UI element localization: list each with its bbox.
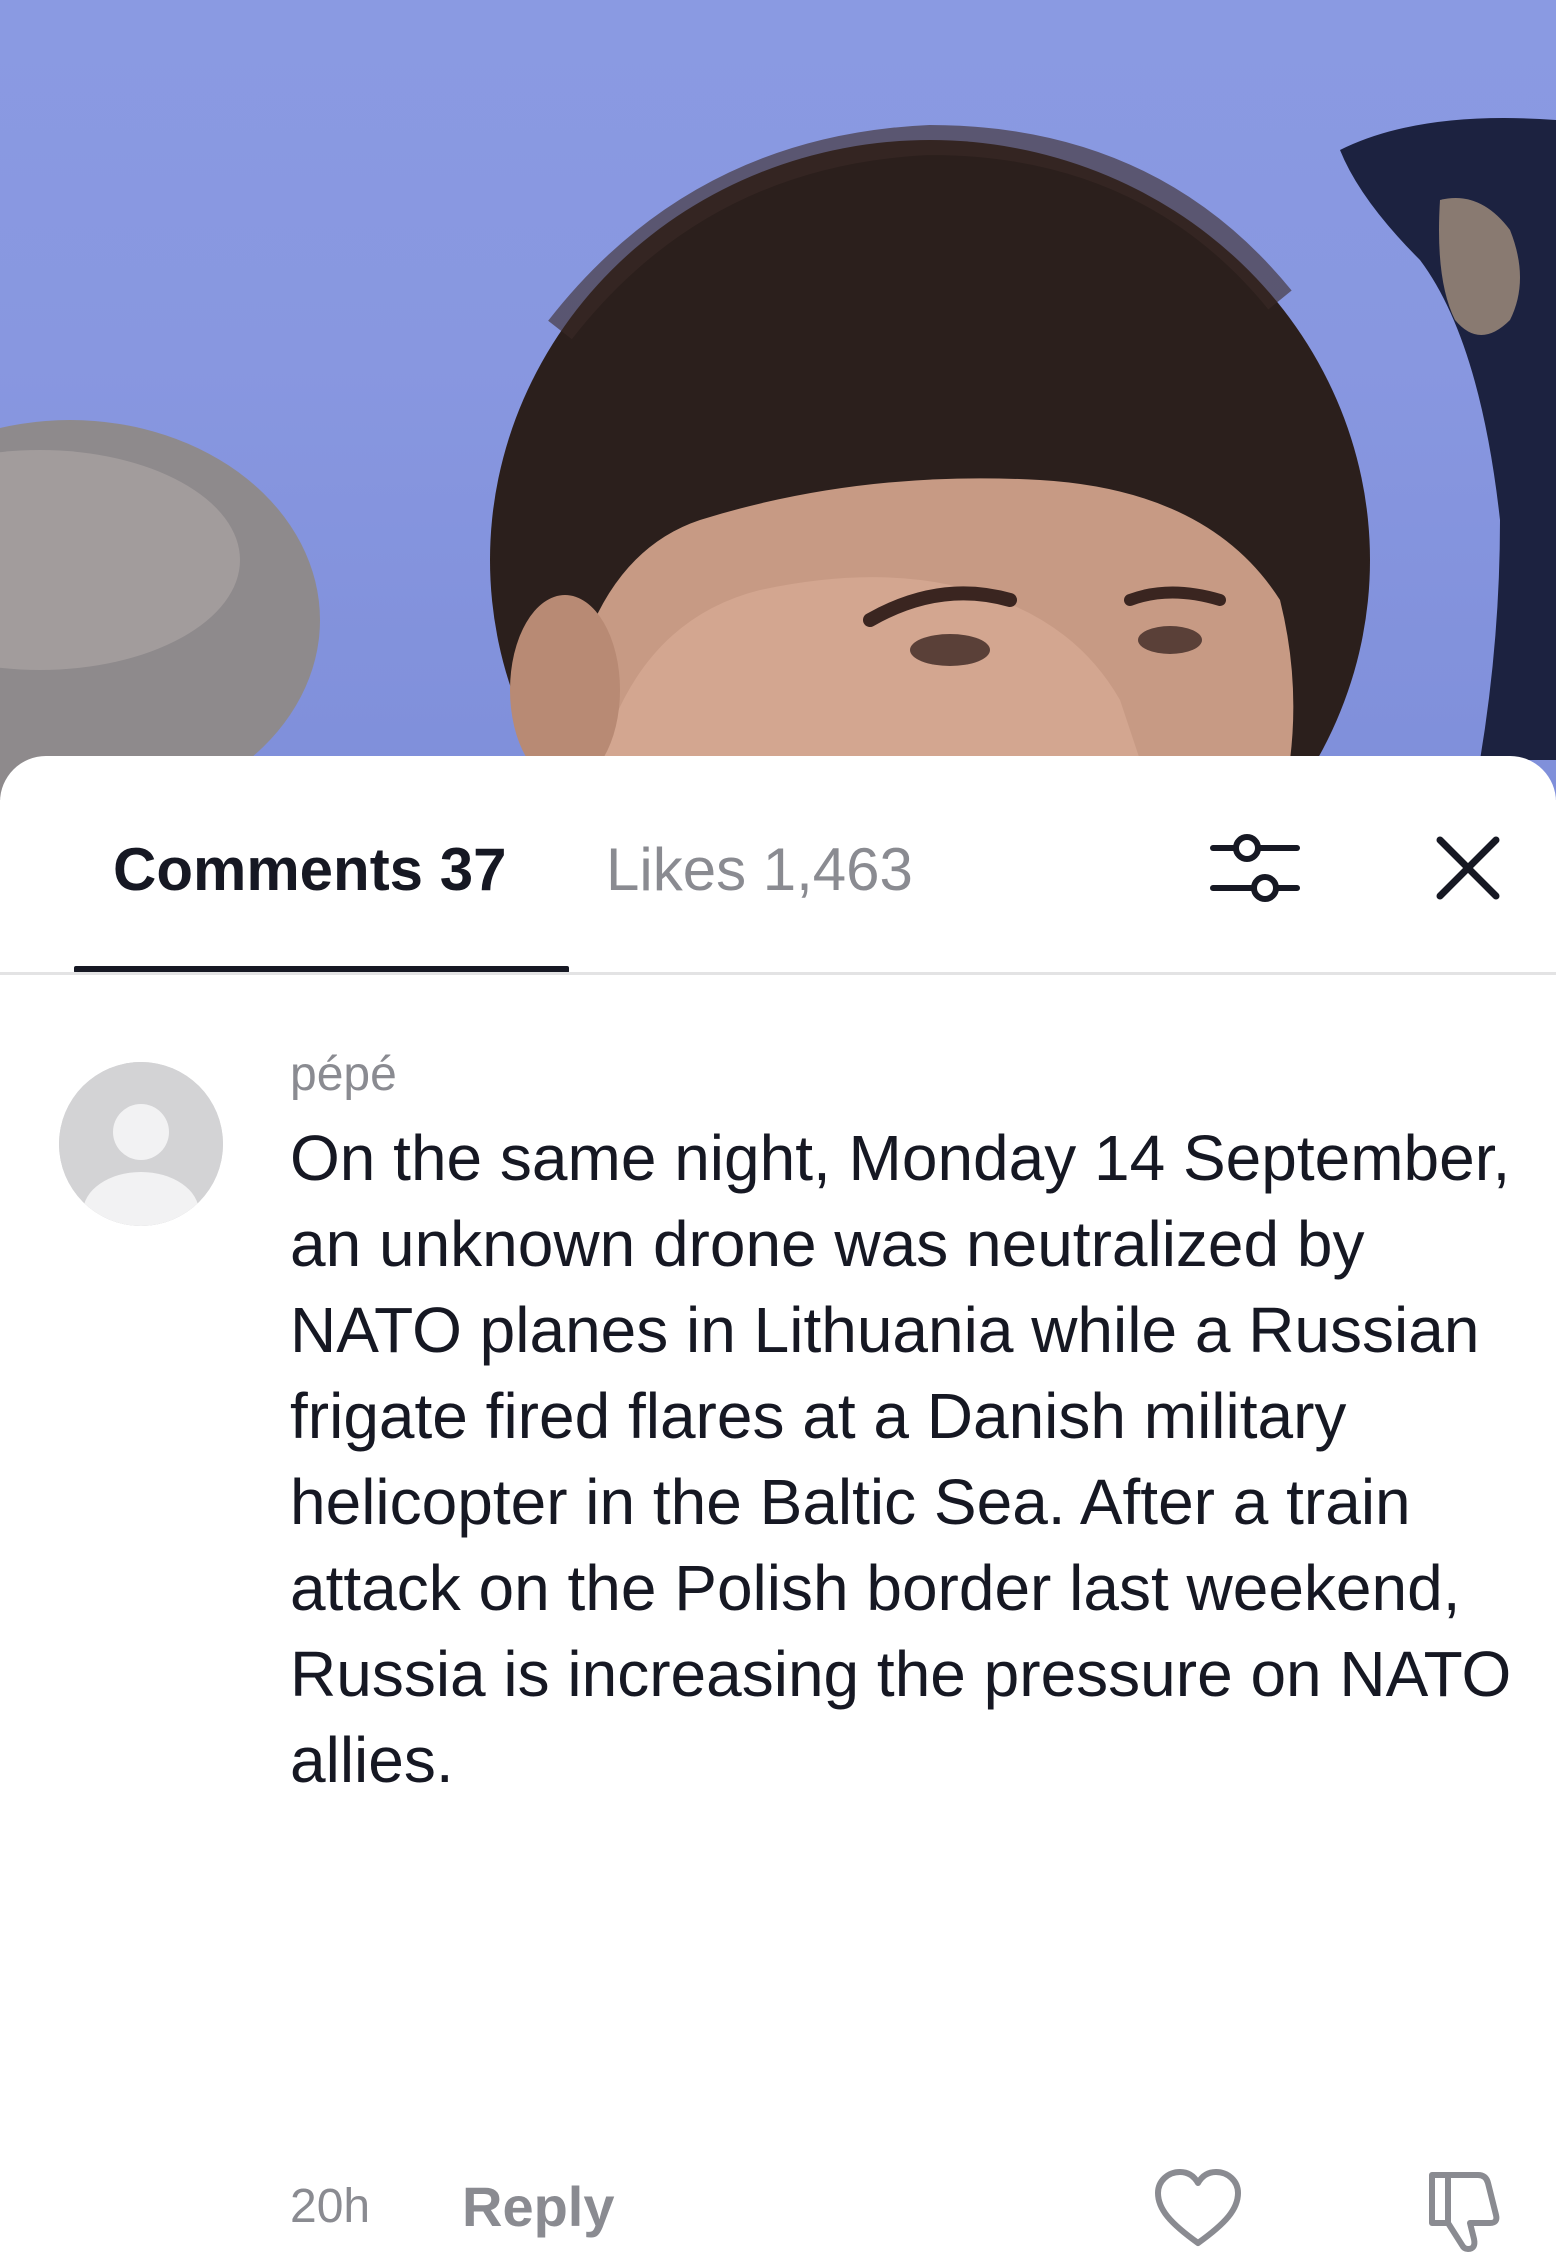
tab-comments-label: Comments <box>113 836 424 903</box>
avatar[interactable] <box>59 1062 223 1226</box>
tab-comments-count: 37 <box>439 836 507 903</box>
thumbs-down-icon <box>1429 2172 1500 2252</box>
tab-likes[interactable]: Likes 1,463 <box>606 830 913 910</box>
tab-likes-label: Likes <box>606 836 747 903</box>
video-frame <box>0 0 1556 800</box>
comments-sheet: Comments 37 Likes 1,463 pépé On the same… <box>0 756 1556 2252</box>
reply-button[interactable]: Reply <box>462 2167 615 2247</box>
comment-item: pépé On the same night, Monday 14 Septem… <box>0 975 1556 2252</box>
sliders-icon <box>1210 834 1300 902</box>
dislike-button[interactable] <box>1412 2159 1512 2259</box>
comment-text: On the same night, Monday 14 September, … <box>290 1122 1512 1796</box>
video-still-image <box>0 118 1556 800</box>
filter-button[interactable] <box>1205 818 1305 918</box>
heart-icon <box>1155 2169 1241 2246</box>
comment-username[interactable]: pépé <box>290 1040 397 1110</box>
comment-timestamp: 20h <box>290 2180 371 2233</box>
like-button[interactable] <box>1148 2159 1248 2259</box>
close-button[interactable] <box>1418 818 1518 918</box>
tab-likes-count: 1,463 <box>762 836 913 903</box>
default-avatar-icon <box>59 1062 223 1226</box>
close-icon <box>1436 836 1500 900</box>
tab-bar: Comments 37 Likes 1,463 <box>0 756 1556 973</box>
tab-comments[interactable]: Comments 37 <box>113 830 506 910</box>
